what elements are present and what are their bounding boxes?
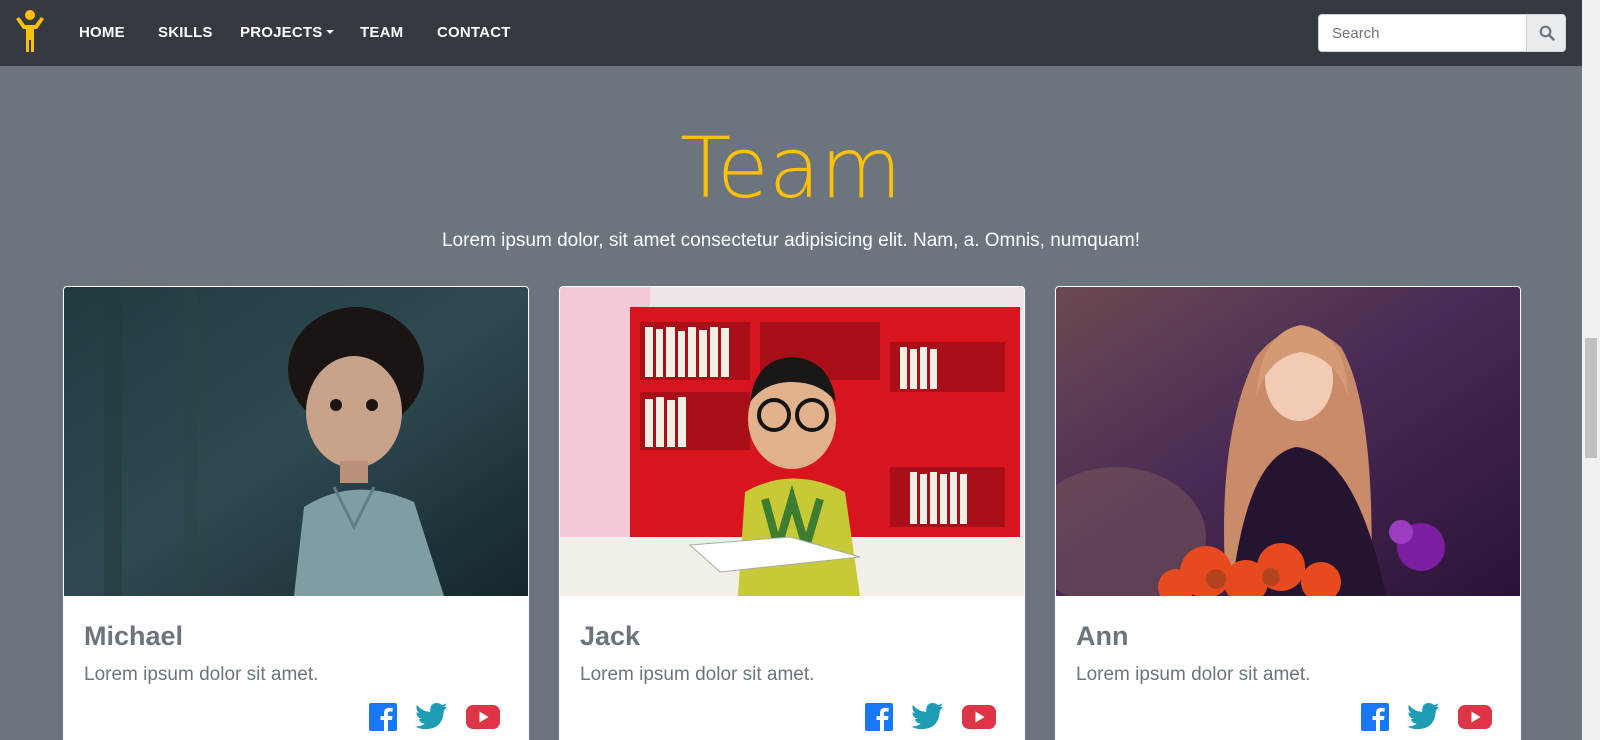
member-name: Ann — [1076, 621, 1129, 651]
page-scrollbar[interactable] — [1582, 0, 1600, 740]
child-icon[interactable] — [14, 10, 46, 54]
team-photo-ann — [1056, 287, 1520, 596]
social-links — [369, 703, 500, 731]
scrollbar-thumb[interactable] — [1585, 338, 1597, 458]
social-links — [865, 703, 996, 731]
member-text: Lorem ipsum dolor sit amet. — [1076, 664, 1311, 685]
facebook-icon[interactable] — [865, 703, 893, 731]
nav-projects-label: PROJECTS — [240, 24, 323, 41]
caret-down-icon — [326, 30, 335, 35]
team-card-michael: Michael Lorem ipsum dolor sit amet. — [63, 286, 529, 740]
watermark-title: Activate Windows — [1296, 653, 1439, 673]
youtube-icon[interactable] — [1458, 705, 1492, 729]
social-links — [1361, 703, 1492, 731]
nav-contact[interactable]: CONTACT — [437, 23, 511, 43]
search-icon — [1539, 25, 1555, 41]
search-button[interactable] — [1526, 15, 1565, 51]
team-photo-michael — [64, 287, 528, 596]
youtube-icon[interactable] — [962, 705, 996, 729]
team-photo-jack — [560, 287, 1024, 596]
section-subtitle: Lorem ipsum dolor, sit amet consectetur … — [441, 230, 1140, 251]
member-name: Michael — [84, 621, 184, 651]
nav-team[interactable]: TEAM — [360, 23, 403, 43]
facebook-icon[interactable] — [369, 703, 397, 731]
activation-watermark: Activate Windows Go to Settings to activ… — [1296, 652, 1517, 696]
member-text: Lorem ipsum dolor sit amet. — [580, 664, 815, 685]
watermark-subtitle: Go to Settings to activate Windows. — [1296, 679, 1517, 695]
search-input[interactable] — [1319, 15, 1526, 51]
twitter-icon[interactable] — [911, 703, 944, 731]
top-navbar: HOME SKILLS PROJECTS TEAM CONTACT — [0, 0, 1582, 66]
nav-home[interactable]: HOME — [79, 23, 125, 43]
nav-skills[interactable]: SKILLS — [158, 23, 213, 43]
twitter-icon[interactable] — [415, 703, 448, 731]
twitter-icon[interactable] — [1407, 703, 1440, 731]
youtube-icon[interactable] — [466, 705, 500, 729]
facebook-icon[interactable] — [1361, 703, 1389, 731]
search-form — [1318, 14, 1566, 52]
member-text: Lorem ipsum dolor sit amet. — [84, 664, 319, 685]
section-title: Team — [679, 119, 903, 217]
nav-projects[interactable]: PROJECTS — [240, 23, 335, 43]
member-name: Jack — [580, 621, 641, 651]
team-card-jack: Jack Lorem ipsum dolor sit amet. — [559, 286, 1025, 740]
